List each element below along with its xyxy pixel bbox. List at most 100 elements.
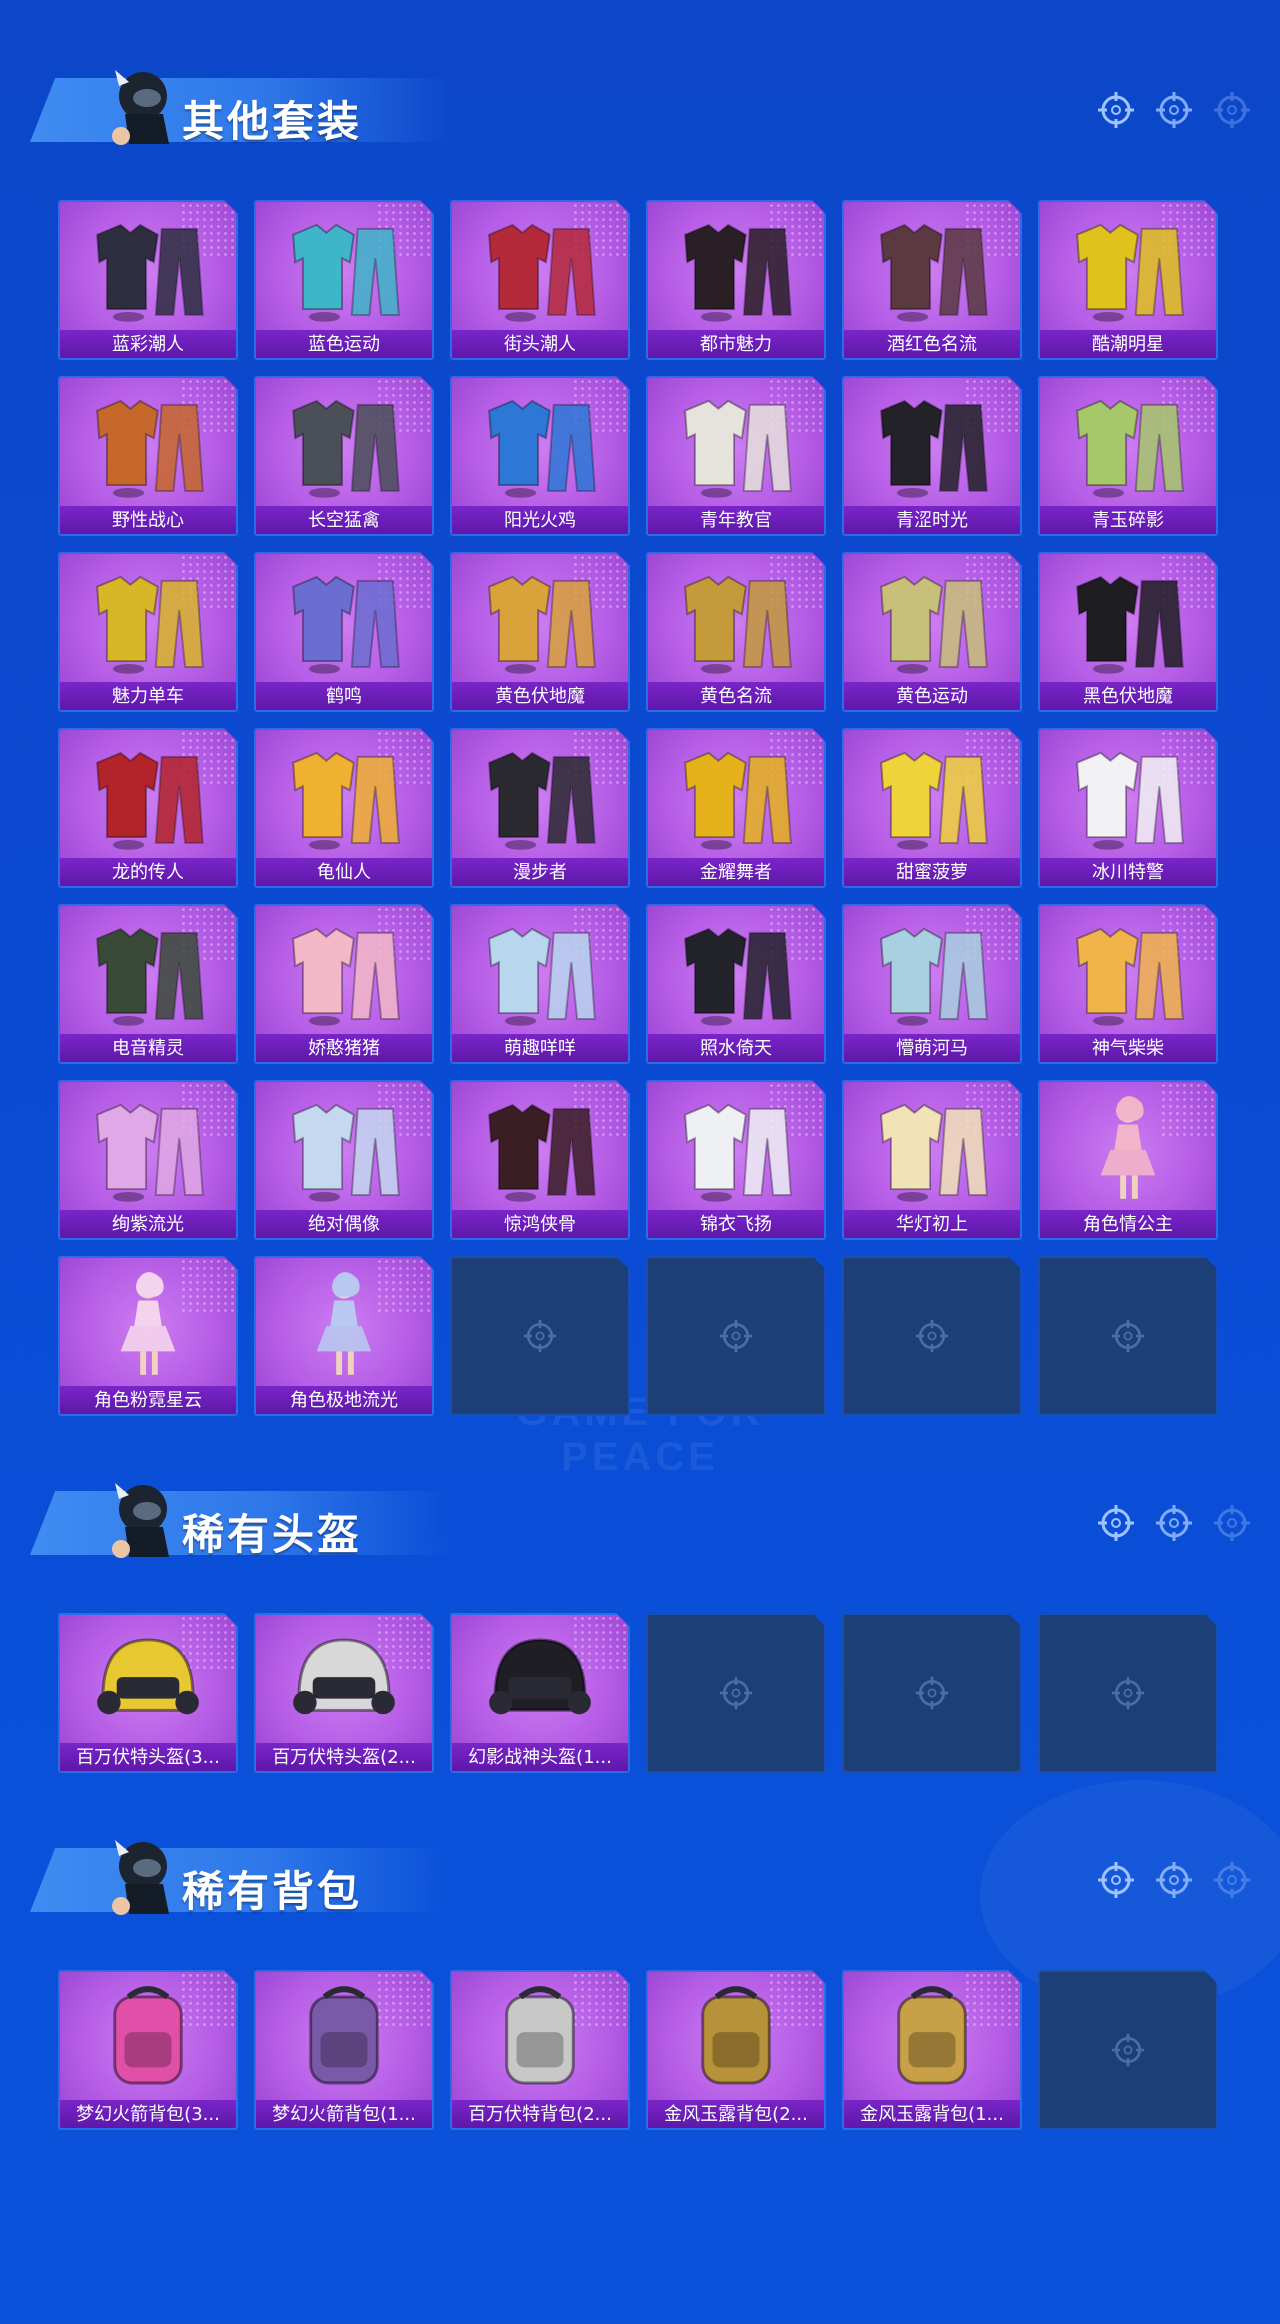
- item-tile[interactable]: 野性战心: [58, 376, 238, 536]
- section-header: 其他套装: [30, 50, 450, 150]
- item-tile[interactable]: 蓝色运动: [254, 200, 434, 360]
- item-tile[interactable]: 阳光火鸡: [450, 376, 630, 536]
- crosshair-icon: [1156, 1505, 1192, 1541]
- item-tile[interactable]: 黄色伏地魔: [450, 552, 630, 712]
- section-title: 稀有背包: [182, 1867, 363, 1916]
- item-label: 萌趣咩咩: [452, 1034, 628, 1062]
- item-label: 黄色名流: [648, 682, 824, 710]
- outfit-icon: [1040, 206, 1216, 330]
- outfit-icon: [1040, 558, 1216, 682]
- outfit-icon: [60, 910, 236, 1034]
- character-icon: [256, 1262, 432, 1386]
- item-tile[interactable]: 金风玉露背包(1...: [842, 1970, 1022, 2130]
- item-tile[interactable]: 金风玉露背包(2...: [646, 1970, 826, 2130]
- item-tile[interactable]: 长空猛禽: [254, 376, 434, 536]
- item-tile[interactable]: 惊鸿侠骨: [450, 1080, 630, 1240]
- item-tile[interactable]: 娇憨猪猪: [254, 904, 434, 1064]
- empty-slot-crosshair-icon: [1110, 1318, 1146, 1354]
- item-tile[interactable]: 青玉碎影: [1038, 376, 1218, 536]
- item-label: 魅力单车: [60, 682, 236, 710]
- backpack-icon: [648, 1976, 824, 2100]
- item-tile[interactable]: 百万伏特头盔(2...: [254, 1613, 434, 1773]
- item-tile[interactable]: 甜蜜菠萝: [842, 728, 1022, 888]
- outfit-icon: [648, 558, 824, 682]
- item-label: 百万伏特头盔(3...: [60, 1743, 236, 1771]
- item-tile[interactable]: 魅力单车: [58, 552, 238, 712]
- outfit-icon: [648, 206, 824, 330]
- character-icon: [1040, 1086, 1216, 1210]
- outfit-icon: [60, 206, 236, 330]
- item-label: 蓝彩潮人: [60, 330, 236, 358]
- item-tile[interactable]: 绚紫流光: [58, 1080, 238, 1240]
- item-label: 角色极地流光: [256, 1386, 432, 1414]
- crosshair-icon: [1098, 1505, 1134, 1541]
- crosshair-icon-group: [1096, 1503, 1252, 1543]
- item-tile[interactable]: 街头潮人: [450, 200, 630, 360]
- crosshair-icon: [1214, 1505, 1250, 1541]
- crosshair-icon: [1214, 1862, 1250, 1898]
- item-tile[interactable]: 冰川特警: [1038, 728, 1218, 888]
- item-label: 角色情公主: [1040, 1210, 1216, 1238]
- item-tile[interactable]: 照水倚天: [646, 904, 826, 1064]
- item-label: 幻影战神头盔(1...: [452, 1743, 628, 1771]
- item-tile[interactable]: 萌趣咩咩: [450, 904, 630, 1064]
- item-tile[interactable]: 锦衣飞扬: [646, 1080, 826, 1240]
- helmet-icon: [60, 1619, 236, 1743]
- item-tile[interactable]: 鹤鸣: [254, 552, 434, 712]
- item-tile[interactable]: 梦幻火箭背包(1...: [254, 1970, 434, 2130]
- item-tile[interactable]: 金耀舞者: [646, 728, 826, 888]
- item-tile[interactable]: 电音精灵: [58, 904, 238, 1064]
- outfit-icon: [60, 382, 236, 506]
- item-tile[interactable]: 懵萌河马: [842, 904, 1022, 1064]
- empty-slot: [842, 1613, 1022, 1773]
- item-label: 龙的传人: [60, 858, 236, 886]
- item-tile[interactable]: 蓝彩潮人: [58, 200, 238, 360]
- item-tile[interactable]: 酒红色名流: [842, 200, 1022, 360]
- item-tile[interactable]: 绝对偶像: [254, 1080, 434, 1240]
- backpack-icon: [452, 1976, 628, 2100]
- item-label: 惊鸿侠骨: [452, 1210, 628, 1238]
- item-label: 青涩时光: [844, 506, 1020, 534]
- crosshair-icon-group: [1096, 1860, 1252, 1900]
- item-label: 长空猛禽: [256, 506, 432, 534]
- helmet-icon: [452, 1619, 628, 1743]
- item-tile[interactable]: 漫步者: [450, 728, 630, 888]
- item-tile[interactable]: 黄色运动: [842, 552, 1022, 712]
- item-label: 娇憨猪猪: [256, 1034, 432, 1062]
- item-label: 百万伏特背包(2...: [452, 2100, 628, 2128]
- section-header: 稀有背包: [30, 1820, 450, 1920]
- item-tile[interactable]: 华灯初上: [842, 1080, 1022, 1240]
- item-tile[interactable]: 角色粉霓星云: [58, 1256, 238, 1416]
- item-tile[interactable]: 幻影战神头盔(1...: [450, 1613, 630, 1773]
- outfit-icon: [452, 382, 628, 506]
- item-tile[interactable]: 黄色名流: [646, 552, 826, 712]
- section-title: 其他套装: [182, 97, 363, 146]
- item-label: 梦幻火箭背包(1...: [256, 2100, 432, 2128]
- item-tile[interactable]: 青年教官: [646, 376, 826, 536]
- item-tile[interactable]: 角色极地流光: [254, 1256, 434, 1416]
- outfit-icon: [256, 558, 432, 682]
- item-tile[interactable]: 龟仙人: [254, 728, 434, 888]
- item-grid: 蓝彩潮人 蓝色运动 街头潮人 都市魅力 酒红色名流 酷潮明星 野性战心 长空猛禽…: [58, 200, 1218, 1416]
- item-label: 青年教官: [648, 506, 824, 534]
- outfit-icon: [1040, 734, 1216, 858]
- outfit-icon: [844, 558, 1020, 682]
- crosshair-icon: [1214, 92, 1250, 128]
- item-tile[interactable]: 黑色伏地魔: [1038, 552, 1218, 712]
- outfit-icon: [60, 734, 236, 858]
- crosshair-icon: [1098, 92, 1134, 128]
- item-tile[interactable]: 梦幻火箭背包(3...: [58, 1970, 238, 2130]
- item-tile[interactable]: 酷潮明星: [1038, 200, 1218, 360]
- item-tile[interactable]: 都市魅力: [646, 200, 826, 360]
- item-tile[interactable]: 龙的传人: [58, 728, 238, 888]
- item-label: 绝对偶像: [256, 1210, 432, 1238]
- item-label: 绚紫流光: [60, 1210, 236, 1238]
- item-tile[interactable]: 百万伏特背包(2...: [450, 1970, 630, 2130]
- outfit-icon: [1040, 382, 1216, 506]
- item-tile[interactable]: 百万伏特头盔(3...: [58, 1613, 238, 1773]
- item-tile[interactable]: 青涩时光: [842, 376, 1022, 536]
- outfit-icon: [256, 206, 432, 330]
- section-title: 稀有头盔: [182, 1510, 363, 1559]
- item-tile[interactable]: 角色情公主: [1038, 1080, 1218, 1240]
- item-tile[interactable]: 神气柴柴: [1038, 904, 1218, 1064]
